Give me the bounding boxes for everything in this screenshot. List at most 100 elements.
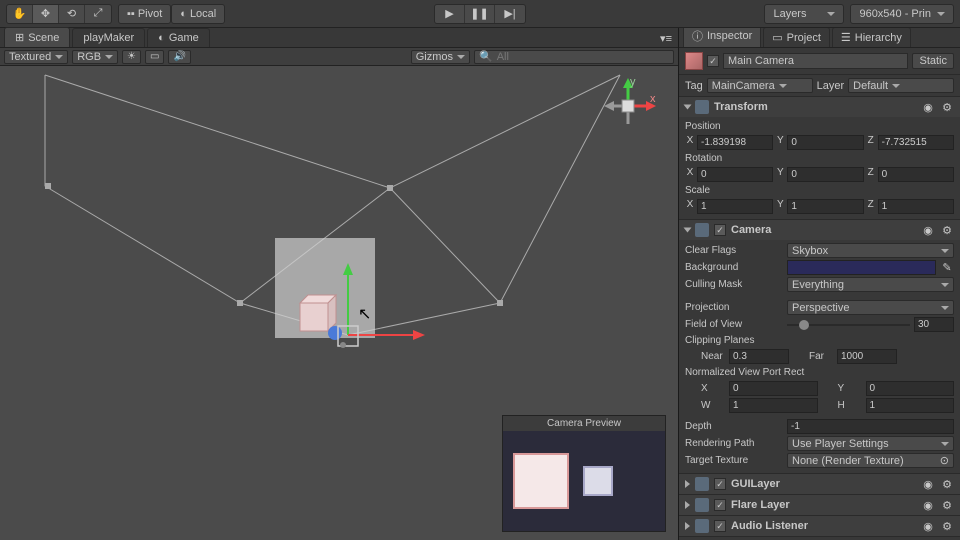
fold-icon [684,105,692,110]
position-z[interactable]: -7.732515 [878,135,954,150]
rotation-label: Rotation [685,151,954,166]
tab-game[interactable]: ◐Game [147,28,210,47]
scale-z[interactable]: 1 [878,199,954,214]
guilayer-icon [695,477,709,491]
object-name-field[interactable]: Main Camera [723,53,908,69]
nvp-w[interactable]: 1 [729,398,818,413]
help-icon[interactable]: ◉ [921,477,935,491]
tab-project[interactable]: ▭Project [763,28,830,47]
lit-toggle[interactable]: ☀ [122,50,141,64]
gear-icon[interactable]: ⚙ [940,519,954,533]
shading-mode-dropdown[interactable]: Textured [4,50,68,64]
tab-menu-icon[interactable]: ▾≡ [654,30,678,47]
static-toggle[interactable]: Static [912,53,954,69]
scale-x[interactable]: 1 [697,199,773,214]
gear-icon[interactable]: ⚙ [940,477,954,491]
fold-icon [684,228,692,233]
fold-icon [685,501,690,509]
step-button[interactable]: ▶| [495,5,525,23]
culling-mask-dropdown[interactable]: Everything [787,277,954,292]
fov-value[interactable]: 30 [914,317,954,332]
flarelayer-icon [695,498,709,512]
layer-label: Layer [817,80,845,92]
flarelayer-header[interactable]: ✓Flare Layer◉⚙ [679,495,960,515]
audio-enable-checkbox[interactable]: ✓ [714,520,726,532]
fold-icon [685,522,690,530]
pause-button[interactable]: ❚❚ [465,5,495,23]
audio-toggle[interactable]: 🔊 [168,50,190,64]
tab-inspector[interactable]: ⓘInspector [683,28,761,47]
scene-tabs: ⊞Scene playMaker ◐Game ▾≡ [0,28,678,48]
object-active-checkbox[interactable]: ✓ [707,55,719,67]
help-icon[interactable]: ◉ [921,100,935,114]
camera-header[interactable]: ✓ Camera ◉ ⚙ [679,220,960,240]
tab-scene[interactable]: ⊞Scene [4,27,70,47]
nvp-h[interactable]: 1 [866,398,955,413]
projection-dropdown[interactable]: Perspective [787,300,954,315]
nvp-y[interactable]: 0 [866,381,955,396]
tag-label: Tag [685,80,703,92]
preview-cube1 [513,453,569,509]
move-tool[interactable]: ✥ [33,5,59,23]
rotation-z[interactable]: 0 [878,167,954,182]
help-icon[interactable]: ◉ [921,223,935,237]
audiolistener-header[interactable]: ✓Audio Listener◉⚙ [679,516,960,536]
guilayer-enable-checkbox[interactable]: ✓ [714,478,726,490]
gear-icon[interactable]: ⚙ [940,223,954,237]
search-input[interactable]: 🔍All [474,50,674,64]
nvp-x[interactable]: 0 [729,381,818,396]
svg-text:x: x [650,93,656,105]
transform-icon [695,100,709,114]
rgb-dropdown[interactable]: RGB [72,50,118,64]
pivot-toggle[interactable]: ▪▪Pivot [118,4,171,24]
inspector-panel: ⓘInspector ▭Project ☰Hierarchy ✓ Main Ca… [678,28,960,540]
project-icon: ▭ [772,31,782,44]
depth-field[interactable]: -1 [787,419,954,434]
hand-tool[interactable]: ✋ [7,5,33,23]
position-y[interactable]: 0 [787,135,863,150]
layers-dropdown[interactable]: Layers [764,4,844,24]
fov-slider[interactable] [787,317,910,332]
inspector-icon: ⓘ [692,28,703,44]
rotation-y[interactable]: 0 [787,167,863,182]
play-button[interactable]: ▶ [435,5,465,23]
gear-icon[interactable]: ⚙ [940,100,954,114]
tab-hierarchy[interactable]: ☰Hierarchy [832,28,911,47]
gear-icon[interactable]: ⚙ [940,498,954,512]
position-x[interactable]: -1.839198 [697,135,773,150]
layout-dropdown[interactable]: 960x540 - Prin [850,4,954,24]
background-color-field[interactable] [787,260,936,275]
fx-toggle[interactable]: ▭ [145,50,164,64]
clear-flags-dropdown[interactable]: Skybox [787,243,954,258]
scale-tool[interactable]: ⤢ [85,5,111,23]
eyedropper-icon[interactable]: ✎ [940,260,954,275]
tag-dropdown[interactable]: MainCamera [707,78,813,93]
pivot-local-group: ▪▪Pivot ◐Local [118,4,225,24]
transform-header[interactable]: Transform ◉ ⚙ [679,97,960,117]
help-icon[interactable]: ◉ [921,519,935,533]
far-field[interactable]: 1000 [837,349,897,364]
fold-icon [685,480,690,488]
camera-enable-checkbox[interactable]: ✓ [714,224,726,236]
flarelayer-enable-checkbox[interactable]: ✓ [714,499,726,511]
layer-dropdown[interactable]: Default [848,78,954,93]
rotation-x[interactable]: 0 [697,167,773,182]
hierarchy-icon: ☰ [841,31,851,44]
rotate-tool[interactable]: ⟲ [59,5,85,23]
orientation-gizmo[interactable]: y x [598,76,658,136]
scale-y[interactable]: 1 [787,199,863,214]
target-texture-field[interactable]: None (Render Texture)⊙ [787,453,954,468]
top-toolbar: ✋ ✥ ⟲ ⤢ ▪▪Pivot ◐Local ▶ ❚❚ ▶| Layers 96… [0,0,960,28]
position-label: Position [685,119,954,134]
guilayer-header[interactable]: ✓GUILayer◉⚙ [679,474,960,494]
camera-preview-title: Camera Preview [503,416,665,431]
tab-playmaker[interactable]: playMaker [72,28,145,47]
camera-icon [695,223,709,237]
near-field[interactable]: 0.3 [729,349,789,364]
render-path-dropdown[interactable]: Use Player Settings [787,436,954,451]
scene-subbar: Textured RGB ☀ ▭ 🔊 Gizmos 🔍All [0,48,678,66]
scene-viewport[interactable]: ↖ y x Camera Preview [0,66,678,540]
help-icon[interactable]: ◉ [921,498,935,512]
local-toggle[interactable]: ◐Local [171,4,225,24]
gizmos-dropdown[interactable]: Gizmos [411,50,470,64]
